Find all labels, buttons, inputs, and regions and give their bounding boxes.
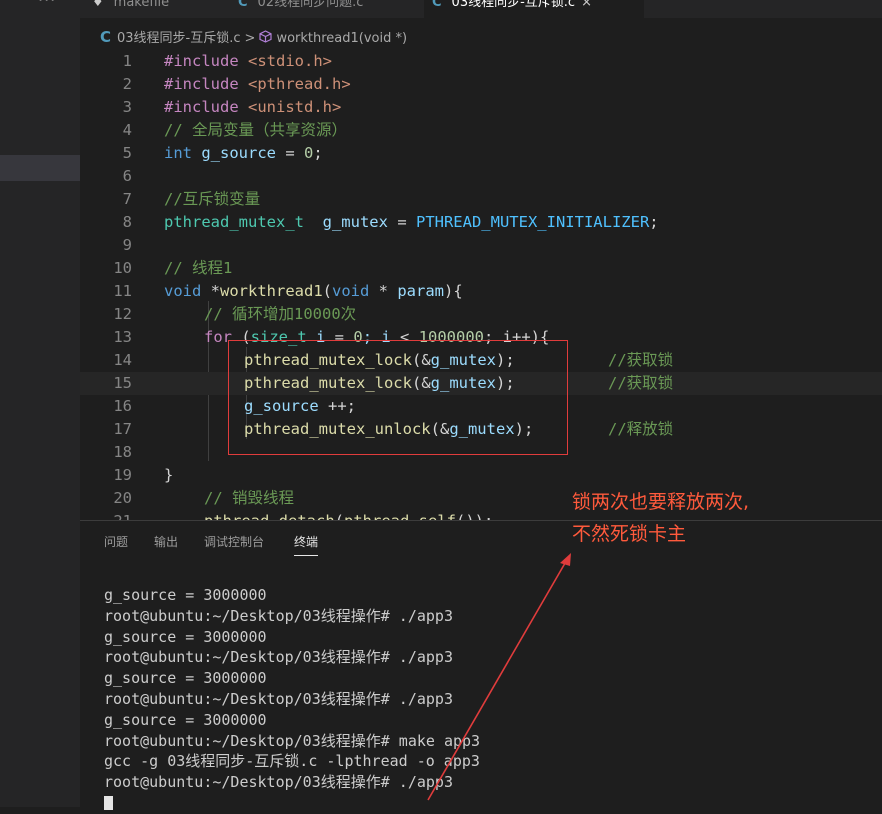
c-file-icon: C: [238, 0, 248, 10]
code-line: 8 pthread_mutex_t g_mutex = PTHREAD_MUTEX…: [122, 213, 659, 231]
tab-makefile[interactable]: ♦ makefile: [92, 0, 222, 18]
code-line: 2 #include <pthread.h>: [122, 75, 351, 93]
editor-tab-bar: ♦ makefile C 02线程同步问题.c C 03线程同步-互斥锁.c ×: [80, 0, 882, 18]
tab-terminal[interactable]: 终端: [294, 533, 319, 556]
more-actions-icon[interactable]: ···: [38, 0, 56, 9]
code-line: 7//互斥锁变量: [122, 190, 261, 208]
code-line: 3 #include <unistd.h>: [122, 98, 342, 116]
annotation-line: 锁两次也要释放两次,: [572, 491, 750, 513]
code-line: 1 #include <stdio.h>: [122, 52, 332, 70]
code-line: 9: [122, 236, 132, 254]
tab-03-mutex[interactable]: C 03线程同步-互斥锁.c ×: [424, 0, 644, 18]
close-icon[interactable]: ×: [581, 0, 592, 10]
terminal-line: root@ubuntu:~/Desktop/03线程操作# ./app3: [104, 606, 453, 625]
code-line: 12// 循环增加10000次: [113, 305, 357, 323]
bottom-panel: 问题 输出 调试控制台 终端 g_source = 3000000 root@ub…: [80, 520, 882, 810]
terminal-line: g_source = 3000000: [104, 586, 267, 604]
code-line: 5 int g_source = 0;: [122, 144, 323, 162]
breadcrumb-file[interactable]: 03线程同步-互斥锁.c: [117, 31, 241, 46]
tab-label: makefile: [113, 0, 170, 10]
c-file-icon: C: [432, 0, 442, 10]
explorer-selected-item[interactable]: [0, 155, 80, 181]
chevron-right-icon: >: [244, 31, 256, 46]
tab-label: 02线程同步问题.c: [257, 0, 364, 10]
tab-02-sync-problem[interactable]: C 02线程同步问题.c: [238, 0, 408, 18]
tab-output[interactable]: 输出: [154, 533, 178, 550]
terminal-line: gcc -g 03线程同步-互斥锁.c -lpthread -o app3: [104, 752, 480, 771]
explorer-sidebar: ···: [0, 0, 80, 807]
terminal-line: root@ubuntu:~/Desktop/03线程操作# ./app3: [104, 689, 453, 708]
code-line: 11 void *workthread1(void * param){: [113, 282, 463, 300]
terminal-line: g_source = 3000000: [104, 669, 267, 688]
breadcrumb: C 03线程同步-互斥锁.c > workthread1(void *): [100, 27, 407, 47]
code-line: 20// 销毁线程: [113, 489, 294, 507]
terminal-line: root@ubuntu:~/Desktop/03线程操作# ./app3: [104, 773, 453, 792]
terminal-line: g_source = 3000000: [104, 710, 267, 729]
terminal-cursor: [104, 795, 113, 810]
tab-label: 03线程同步-互斥锁.c: [451, 0, 576, 10]
code-line: 21pthread_detach(pthread_self());: [80, 510, 882, 520]
cube-icon: [259, 30, 273, 47]
tab-problems[interactable]: 问题: [104, 533, 128, 550]
code-line: 6: [122, 167, 132, 185]
breadcrumb-symbol[interactable]: workthread1(void *): [276, 31, 407, 46]
terminal-line: root@ubuntu:~/Desktop/03线程操作# ./app3: [104, 648, 453, 667]
code-line: 19}: [113, 466, 174, 484]
highlight-box: [228, 340, 568, 455]
code-line: 4// 全局变量（共享资源）: [122, 121, 347, 139]
terminal-line: g_source = 3000000: [104, 627, 267, 646]
tab-debug-console[interactable]: 调试控制台: [204, 533, 264, 550]
c-file-icon: C: [100, 28, 112, 46]
code-line: 10// 线程1: [113, 259, 233, 277]
annotation-note: 锁两次也要释放两次, 不然死锁卡主: [572, 486, 749, 550]
terminal-line: root@ubuntu:~/Desktop/03线程操作# make app3: [104, 731, 481, 750]
annotation-line: 不然死锁卡主: [572, 523, 687, 545]
makefile-icon: ♦: [92, 0, 104, 10]
terminal-output[interactable]: g_source = 3000000 root@ubuntu:~/Desktop/…: [104, 585, 480, 814]
